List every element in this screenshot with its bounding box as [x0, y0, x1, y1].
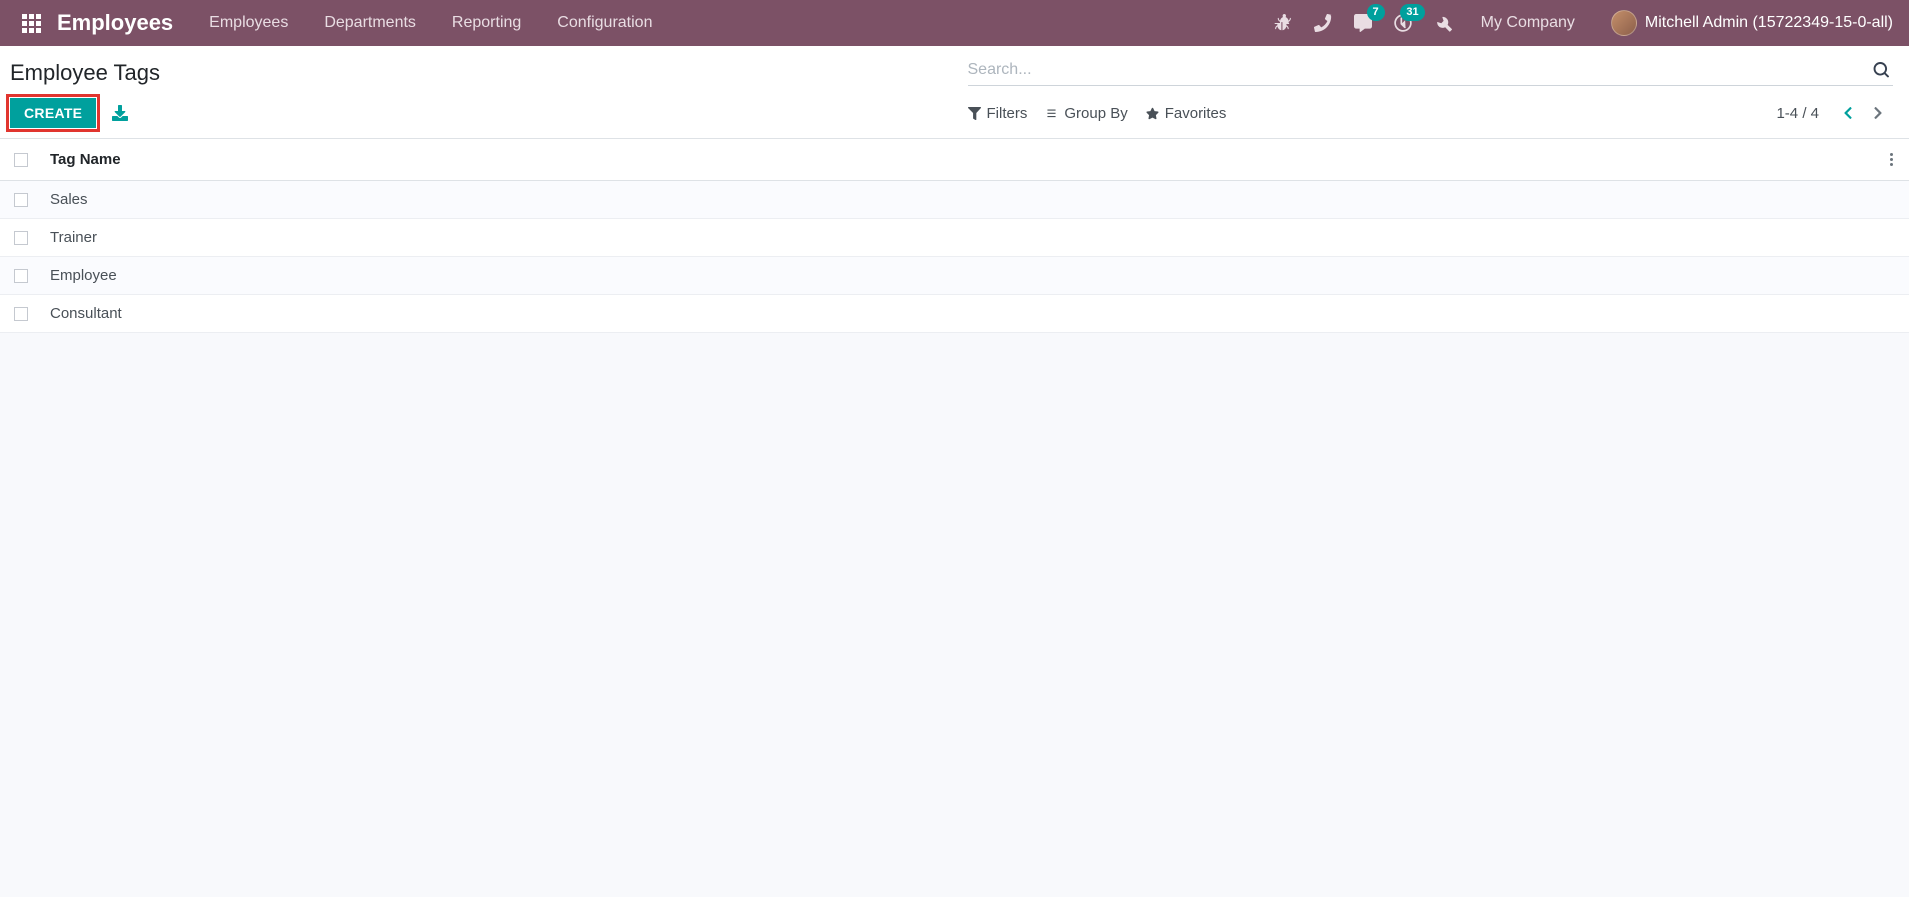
table-row[interactable]: Sales: [0, 181, 1909, 219]
user-name: Mitchell Admin (15722349-15-0-all): [1645, 14, 1893, 32]
column-header-tag-name[interactable]: Tag Name: [42, 139, 1873, 181]
pager-text[interactable]: 1-4 / 4: [1776, 105, 1819, 122]
cell-tag-name: Employee: [42, 257, 1873, 295]
search-input[interactable]: [968, 61, 1870, 79]
table-row[interactable]: Consultant: [0, 295, 1909, 333]
avatar: [1611, 10, 1637, 36]
table-row[interactable]: Employee: [0, 257, 1909, 295]
top-navbar: Employees Employees Departments Reportin…: [0, 0, 1909, 46]
search-box: [968, 57, 1894, 86]
messages-icon[interactable]: 7: [1343, 0, 1383, 46]
nav-configuration[interactable]: Configuration: [539, 10, 670, 36]
column-options-icon[interactable]: [1881, 151, 1901, 168]
user-menu[interactable]: Mitchell Admin (15722349-15-0-all): [1593, 6, 1895, 40]
activities-badge: 31: [1400, 4, 1424, 21]
row-checkbox[interactable]: [14, 193, 28, 207]
nav-departments[interactable]: Departments: [306, 10, 434, 36]
cell-tag-name: Trainer: [42, 219, 1873, 257]
bug-icon[interactable]: [1263, 0, 1303, 46]
cell-tag-name: Consultant: [42, 295, 1873, 333]
nav-employees[interactable]: Employees: [191, 10, 306, 36]
page-title: Employee Tags: [10, 60, 160, 86]
list-view: Tag Name Sales Trainer Employee: [0, 139, 1909, 333]
favorites-label: Favorites: [1165, 105, 1227, 122]
control-panel: Employee Tags CREATE Filters Group By: [0, 46, 1909, 139]
filters-button[interactable]: Filters: [968, 105, 1028, 122]
company-switcher[interactable]: My Company: [1463, 10, 1593, 36]
nav-reporting[interactable]: Reporting: [434, 10, 539, 36]
search-icon[interactable]: [1869, 62, 1893, 78]
row-checkbox[interactable]: [14, 231, 28, 245]
filters-label: Filters: [987, 105, 1028, 122]
row-checkbox[interactable]: [14, 307, 28, 321]
export-button[interactable]: [106, 101, 134, 125]
apps-launcher-icon[interactable]: [12, 8, 51, 39]
groupby-button[interactable]: Group By: [1045, 105, 1127, 122]
pager-prev[interactable]: [1833, 102, 1863, 124]
favorites-button[interactable]: Favorites: [1146, 105, 1227, 122]
create-button[interactable]: CREATE: [10, 98, 96, 128]
activities-icon[interactable]: 31: [1383, 0, 1423, 46]
select-all-checkbox[interactable]: [14, 153, 28, 167]
row-checkbox[interactable]: [14, 269, 28, 283]
tools-icon[interactable]: [1423, 0, 1463, 46]
app-brand[interactable]: Employees: [51, 6, 191, 40]
groupby-label: Group By: [1064, 105, 1127, 122]
cell-tag-name: Sales: [42, 181, 1873, 219]
phone-icon[interactable]: [1303, 0, 1343, 46]
table-row[interactable]: Trainer: [0, 219, 1909, 257]
pager-next[interactable]: [1863, 102, 1893, 124]
